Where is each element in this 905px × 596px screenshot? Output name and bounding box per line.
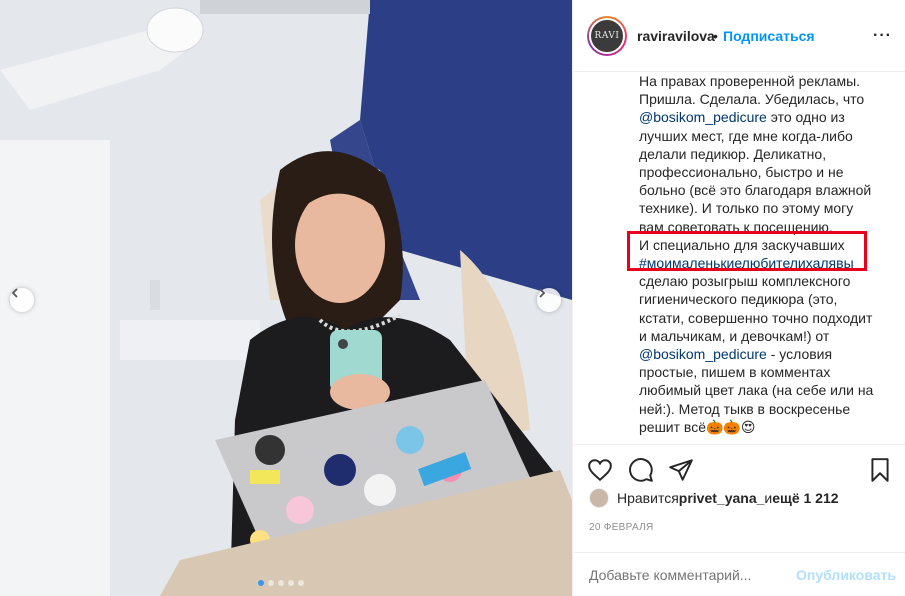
post-caption: На правах проверенной рекламы. Пришла. С… — [639, 72, 901, 442]
caption-line: профессионально, быстро и не — [639, 164, 844, 181]
liker-username[interactable]: privet_yana_ — [679, 490, 765, 506]
caption-line: решит всё🎃🎃😍 — [639, 418, 756, 435]
carousel-dot — [288, 580, 294, 586]
caption-line: #моималенькиелюбителихалявы — [639, 254, 901, 272]
likes-prefix: Нравится — [617, 490, 679, 506]
carousel-dots — [258, 580, 304, 586]
post-header: RAVI raviravilova • Подписаться ··· — [573, 0, 905, 72]
username-link[interactable]: raviravilova — [637, 28, 715, 44]
caption-line: и мальчикам, и девочкам!) от — [639, 327, 830, 344]
post-photo[interactable] — [0, 0, 572, 596]
post-sidebar: RAVI raviravilova • Подписаться ··· На п… — [572, 0, 905, 596]
photo-illustration — [0, 0, 572, 596]
carousel-dot — [268, 580, 274, 586]
hashtag-link[interactable]: #моималенькиелюбителихалявы — [639, 255, 854, 271]
carousel-dot — [278, 580, 284, 586]
caption-line: вам советовать к посещению. — [639, 218, 833, 235]
mention-link[interactable]: @bosikom_pedicure — [639, 346, 767, 362]
caption-line: ней:). Метод тыкв в воскресенье — [639, 400, 851, 417]
next-photo-button[interactable] — [537, 288, 561, 312]
caption-line: • — [639, 436, 901, 442]
comment-bar: Опубликовать — [573, 552, 905, 596]
caption-line: любимый цвет лака (на себе или на — [639, 382, 874, 399]
carousel-dot — [298, 580, 304, 586]
caption-text: это одно из — [766, 109, 845, 126]
post-date[interactable]: 20 ФЕВРАЛЯ — [589, 522, 654, 533]
chevron-right-icon — [539, 288, 546, 298]
likes-summary: Нравится privet_yana_ и ещё 1 212 — [589, 488, 839, 508]
likes-middle: и — [764, 490, 773, 506]
caption-line: больно (всё это благодаря влажной — [639, 182, 872, 199]
share-icon[interactable] — [668, 457, 694, 483]
bookmark-icon[interactable] — [867, 457, 893, 483]
caption-line: На правах проверенной рекламы. — [639, 73, 861, 89]
carousel-dot — [258, 580, 264, 586]
caption-line: И специально для заскучавших — [639, 236, 845, 253]
caption-line: @bosikom_pedicure - условия — [639, 345, 901, 363]
comment-input[interactable] — [589, 567, 779, 583]
caption-text: - условия — [766, 346, 833, 363]
likes-count[interactable]: ещё 1 212 — [772, 490, 838, 506]
caption-line: лучших мест, где мне когда-либо — [639, 127, 853, 144]
avatar[interactable]: RAVI — [587, 16, 627, 56]
caption-line: сделаю розыгрыш комплексного — [639, 273, 851, 290]
heart-icon[interactable] — [587, 457, 613, 483]
liker-avatar — [589, 488, 609, 508]
caption-line: делали педикюр. Деликатно, — [639, 145, 827, 162]
caption-line: простые, пишем в комментах — [639, 364, 831, 381]
caption-line: @bosikom_pedicure это одно из — [639, 108, 901, 126]
mention-link[interactable]: @bosikom_pedicure — [639, 109, 767, 125]
caption-line: гигиенического педикюра (это, — [639, 291, 838, 308]
more-icon[interactable]: ··· — [873, 27, 892, 45]
chevron-left-icon — [11, 288, 18, 298]
caption-line: кстати, совершенно точно подходит — [639, 309, 873, 326]
previous-photo-button[interactable] — [10, 288, 34, 312]
publish-button[interactable]: Опубликовать — [796, 567, 896, 583]
separator-dot: • — [713, 28, 718, 44]
caption-line: Пришла. Сделала. Убедилась, что — [639, 91, 865, 108]
follow-button[interactable]: Подписаться — [723, 28, 815, 44]
caption-line: технике). И только по этому могу — [639, 200, 854, 217]
avatar-label: RAVI — [594, 31, 620, 41]
comment-icon[interactable] — [628, 457, 654, 483]
